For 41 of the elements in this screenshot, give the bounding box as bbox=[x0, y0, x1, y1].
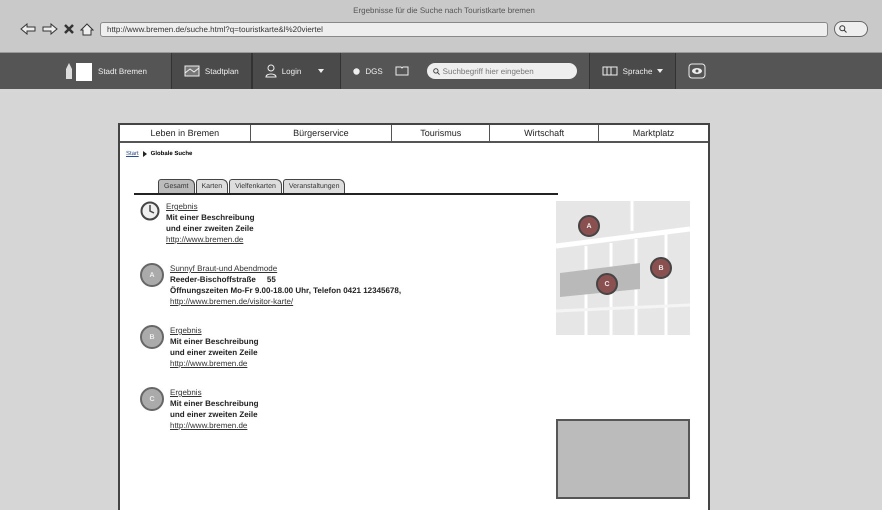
map-icon bbox=[184, 65, 200, 77]
forward-icon[interactable] bbox=[42, 23, 58, 35]
back-icon[interactable] bbox=[20, 23, 36, 35]
search-button[interactable] bbox=[834, 21, 868, 37]
result-text: und einer zweiten Zeile bbox=[170, 347, 258, 358]
url-field[interactable]: http://www.bremen.de/suche.html?q=touristkarte&l%20viertel bbox=[100, 22, 828, 36]
result-title[interactable]: Ergebnis bbox=[166, 201, 254, 212]
nav-item[interactable]: Tourismus bbox=[392, 125, 490, 141]
eye-icon[interactable] bbox=[688, 63, 706, 79]
book-icon[interactable] bbox=[394, 66, 409, 76]
dgs-button[interactable]: DGS bbox=[353, 66, 383, 76]
close-icon[interactable] bbox=[64, 24, 74, 34]
result-text: Mit einer Beschreibung bbox=[170, 398, 258, 409]
chevron-icon bbox=[142, 151, 147, 157]
result-title[interactable]: Ergebnis bbox=[170, 325, 258, 336]
result-title[interactable]: Ergebnis bbox=[170, 387, 258, 398]
nav-item[interactable]: Leben in Bremen bbox=[120, 125, 251, 141]
user-icon bbox=[264, 64, 277, 78]
result-text: Mit einer Beschreibung bbox=[166, 212, 254, 223]
nav-item[interactable]: Marktplatz bbox=[599, 125, 708, 141]
search-field[interactable]: Suchbegriff hier eingeben bbox=[426, 63, 577, 79]
result-link[interactable]: http://www.bremen.de bbox=[170, 358, 258, 369]
nav-item[interactable]: Bürgerservice bbox=[250, 125, 392, 141]
language-button[interactable]: Sprache bbox=[602, 66, 664, 76]
result-link[interactable]: http://www.bremen.de bbox=[166, 234, 254, 245]
result-link[interactable]: http://www.bremen.de bbox=[170, 420, 258, 431]
result-text: und einer zweiten Zeile bbox=[166, 223, 254, 234]
window-title: Ergebnisse für die Suche nach Touristkarte bremen bbox=[352, 6, 536, 15]
caret-icon bbox=[318, 69, 324, 73]
result-title[interactable]: Sunnyf Braut-und Abendmode bbox=[170, 263, 402, 274]
nav-item[interactable]: Wirtschaft bbox=[490, 125, 600, 141]
result-text: Reeder-Bischoffstraße 55 bbox=[170, 274, 277, 285]
result-text: Mit einer Beschreibung bbox=[170, 336, 258, 347]
result-text: Öffnungszeiten Mo-Fr 9.00-18.00 Uhr, Telefon 0421 12345678, bbox=[170, 285, 402, 296]
caret-icon bbox=[657, 69, 664, 73]
clock-icon bbox=[140, 201, 160, 221]
search-icon bbox=[839, 25, 847, 33]
home-icon[interactable] bbox=[80, 22, 94, 36]
result-text: und einer zweiten Zeile bbox=[170, 409, 258, 420]
result-link[interactable]: http://www.bremen.de/visitor-karte/ bbox=[170, 296, 402, 307]
site-name: Stadt Bremen bbox=[98, 66, 147, 76]
